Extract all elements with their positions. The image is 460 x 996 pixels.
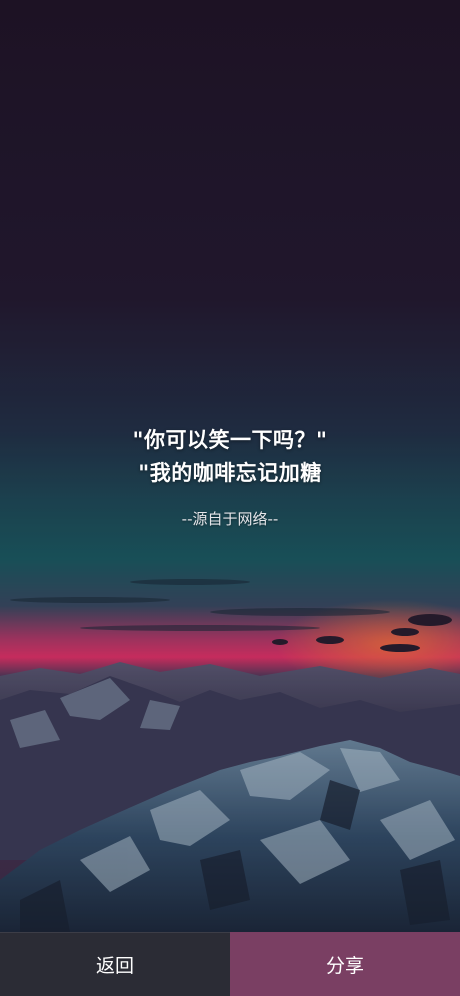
back-button[interactable]: 返回	[0, 932, 230, 996]
bottom-action-bar: 返回 分享	[0, 932, 460, 996]
quote-source: --源自于网络--	[181, 510, 279, 528]
quote-text-line-2: "我的咖啡忘记加糖	[138, 461, 322, 485]
quote-screen: "你可以笑一下吗？" "我的咖啡忘记加糖 --源自于网络-- 返回 分享	[0, 0, 460, 996]
quote-block: "你可以笑一下吗？" "我的咖啡忘记加糖 --源自于网络--	[0, 424, 460, 530]
share-button[interactable]: 分享	[230, 932, 460, 996]
quote-text-line-1: "你可以笑一下吗？"	[132, 428, 328, 452]
